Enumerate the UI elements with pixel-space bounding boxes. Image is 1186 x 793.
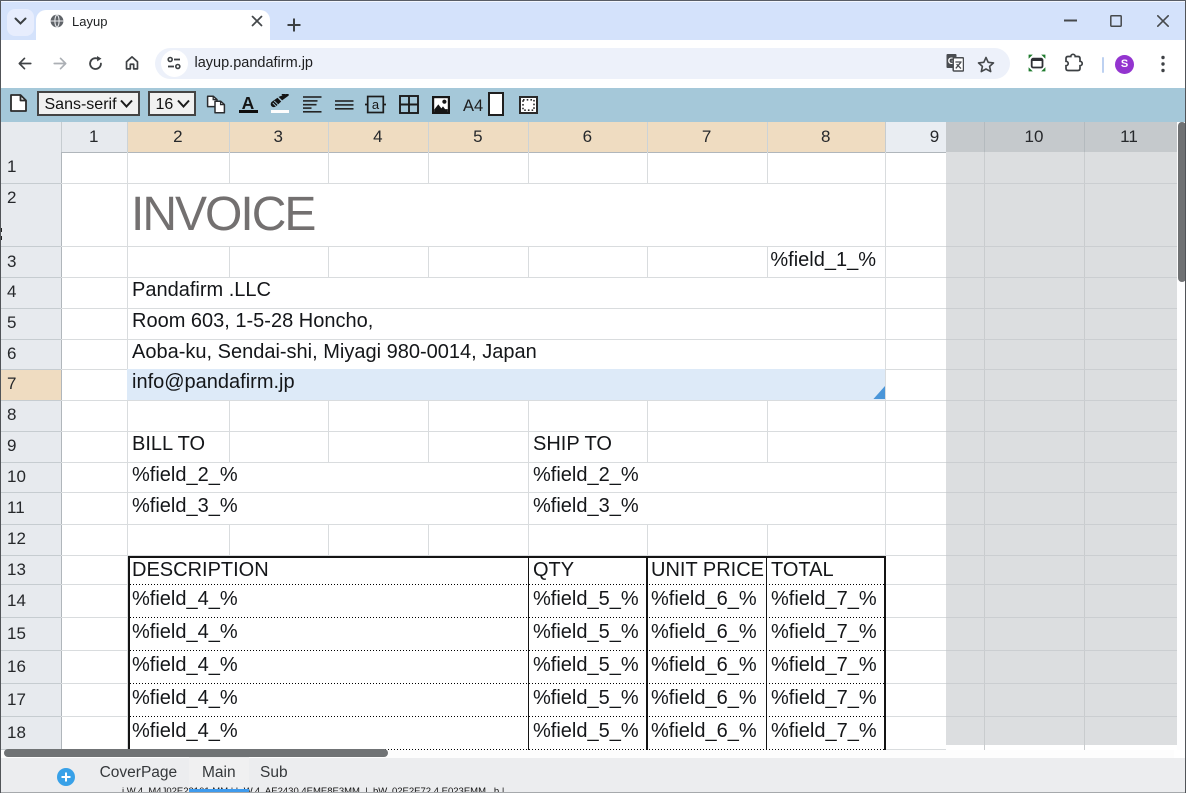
svg-text:a: a xyxy=(372,97,380,112)
